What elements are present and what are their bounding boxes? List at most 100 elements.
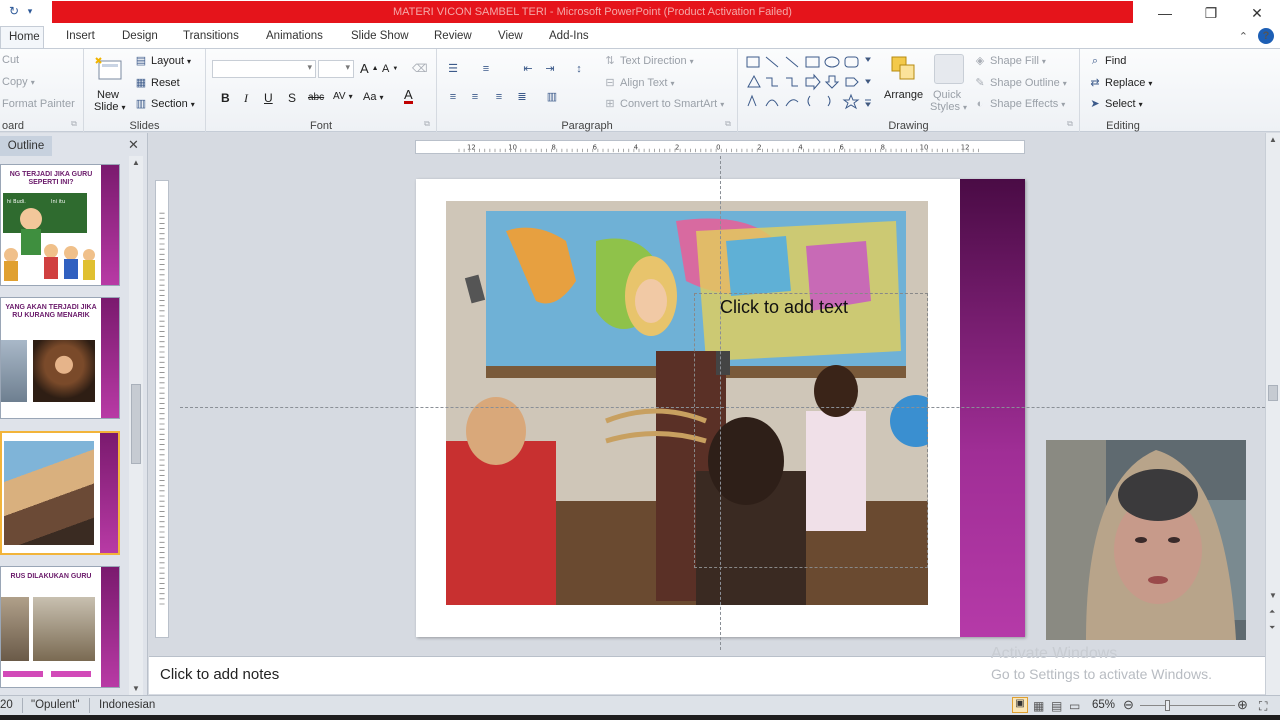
tab-design[interactable]: Design <box>120 26 160 48</box>
zoom-in-icon[interactable]: ⊕ <box>1237 697 1248 713</box>
theme-name[interactable]: "Opulent" <box>31 699 79 711</box>
align-text-button[interactable]: ⊟ Align Text ▾ <box>603 76 674 90</box>
previous-slide-icon[interactable]: ⏶ <box>1269 607 1275 617</box>
select-button[interactable]: ➤ Select ▾ <box>1088 97 1142 111</box>
next-slide-icon[interactable]: ⏷ <box>1269 623 1275 633</box>
reading-view-icon[interactable]: ▤ <box>1051 699 1062 713</box>
close-button[interactable]: ✕ <box>1234 0 1280 26</box>
notes-placeholder[interactable]: Click to add notes <box>160 666 279 683</box>
slides-panel-scrollbar[interactable]: ▲ ▼ <box>129 156 143 695</box>
fit-slide-icon[interactable]: ⛶ <box>1259 699 1267 714</box>
tab-slide-show[interactable]: Slide Show <box>349 26 411 48</box>
justify-icon[interactable]: ≣ <box>515 90 529 104</box>
shadow-button[interactable]: S <box>288 91 296 105</box>
content-placeholder[interactable] <box>694 293 928 568</box>
columns-icon[interactable]: ▥ <box>545 90 559 104</box>
text-direction-button[interactable]: ⇅ Text Direction ▾ <box>603 54 693 68</box>
vertical-ruler[interactable] <box>155 180 169 638</box>
numbering-icon[interactable]: ≡ <box>479 62 493 76</box>
tab-view[interactable]: View <box>496 26 525 48</box>
new-slide-icon[interactable] <box>93 55 125 87</box>
align-center-icon[interactable]: ≡ <box>468 90 482 104</box>
copy-button[interactable]: Copy ▾ <box>2 76 35 88</box>
align-right-icon[interactable]: ≡ <box>492 90 506 104</box>
bullets-icon[interactable]: ☰ <box>446 62 460 76</box>
horizontal-ruler[interactable]: 12 10 8 6 4 2 0 2 4 6 8 10 12 <box>415 140 1025 154</box>
canvas-scroll-thumb[interactable] <box>1268 385 1278 401</box>
tab-transitions[interactable]: Transitions <box>181 26 241 48</box>
find-button[interactable]: ⌕ Find <box>1088 54 1127 68</box>
paragraph-dialog-launcher-icon[interactable]: ⧉ <box>721 117 735 131</box>
layout-button[interactable]: ▤ Layout ▾ <box>134 54 191 68</box>
zoom-slider-track[interactable] <box>1140 705 1235 706</box>
section-button[interactable]: ▥ Section ▾ <box>134 97 195 111</box>
slide-thumbnail-2[interactable]: YANG AKAN TERJADI JIKA RU KURANG MENARIK <box>0 297 120 419</box>
vertical-guide[interactable] <box>720 156 721 650</box>
slides-panel-scroll-thumb[interactable] <box>131 384 141 464</box>
line-spacing-icon[interactable]: ↕ <box>572 62 586 76</box>
content-placeholder-text[interactable]: Click to add text <box>720 297 848 318</box>
slide-thumbnail-3[interactable] <box>0 431 120 555</box>
character-spacing-button[interactable]: AV ▾ <box>333 91 353 102</box>
drawing-dialog-launcher-icon[interactable]: ⧉ <box>1063 117 1077 131</box>
underline-button[interactable]: U <box>264 91 273 105</box>
format-painter-button[interactable]: Format Painter <box>2 98 75 110</box>
quick-styles-label2[interactable]: Styles ▾ <box>930 101 967 113</box>
arrange-label[interactable]: Arrange <box>884 89 923 101</box>
reset-button[interactable]: ▦ Reset <box>134 76 180 90</box>
tab-add-ins[interactable]: Add-Ins <box>547 26 591 48</box>
replace-button[interactable]: ⇄ Replace ▾ <box>1088 76 1152 90</box>
bold-button[interactable]: B <box>221 91 230 105</box>
scroll-down-icon[interactable]: ▼ <box>1269 591 1277 600</box>
tab-animations[interactable]: Animations <box>264 26 325 48</box>
zoom-level[interactable]: 65% <box>1092 699 1115 711</box>
close-panel-icon[interactable]: ✕ <box>128 137 139 153</box>
scroll-up-icon[interactable]: ▲ <box>132 158 140 167</box>
change-case-button[interactable]: Aa ▾ <box>363 91 383 103</box>
minimize-button[interactable]: — <box>1142 0 1188 26</box>
convert-smartart-button[interactable]: ⊞ Convert to SmartArt ▾ <box>603 97 724 111</box>
scroll-down-icon[interactable]: ▼ <box>132 684 140 693</box>
font-name-combo[interactable] <box>212 60 316 78</box>
tab-outline[interactable]: Outline <box>0 136 52 156</box>
font-dialog-launcher-icon[interactable]: ⧉ <box>420 117 434 131</box>
slide-thumbnail-4[interactable]: RUS DILAKUKAN GURU <box>0 566 120 688</box>
tab-home[interactable]: Home <box>0 26 44 48</box>
redo-icon[interactable]: ↻ <box>6 3 22 19</box>
slide-thumbnail-1[interactable]: NG TERJADI JIKA GURU SEPERTI INI? hi Bud… <box>0 164 120 286</box>
quick-styles-label[interactable]: Quick <box>933 89 961 101</box>
customize-qat-icon[interactable]: ▾ <box>26 3 34 19</box>
shrink-font-button[interactable]: A ▼ <box>382 63 398 75</box>
font-color-button[interactable]: A <box>404 88 413 104</box>
new-slide-label2[interactable]: Slide ▾ <box>94 101 125 113</box>
arrange-icon[interactable] <box>888 53 920 85</box>
align-left-icon[interactable]: ≡ <box>446 90 460 104</box>
canvas-scrollbar[interactable]: ▲ ▼ ⏶ ⏷ <box>1265 133 1280 695</box>
restore-button[interactable]: ❐ <box>1188 0 1234 26</box>
clear-formatting-icon[interactable]: ⌫ <box>412 62 428 76</box>
minimize-ribbon-icon[interactable]: ⌃ <box>1239 30 1248 43</box>
language[interactable]: Indonesian <box>99 699 155 711</box>
strikethrough-button[interactable]: abc <box>308 92 324 103</box>
zoom-out-icon[interactable]: ⊖ <box>1123 697 1134 713</box>
zoom-slider-handle[interactable] <box>1165 700 1170 711</box>
shape-effects-button[interactable]: ◐ Shape Effects ▾ <box>973 97 1066 111</box>
horizontal-guide[interactable] <box>180 407 1265 408</box>
quick-styles-icon[interactable] <box>934 54 964 84</box>
new-slide-label[interactable]: New <box>97 89 119 101</box>
font-size-combo[interactable] <box>318 60 354 78</box>
decrease-indent-icon[interactable]: ⇤ <box>521 62 535 76</box>
dialog-launcher-icon[interactable]: ⧉ <box>67 117 81 131</box>
shape-outline-button[interactable]: ✎ Shape Outline ▾ <box>973 76 1066 90</box>
cut-button[interactable]: Cut <box>2 54 19 66</box>
normal-view-icon[interactable]: ▣ <box>1012 697 1028 713</box>
italic-button[interactable]: I <box>244 91 248 106</box>
help-icon[interactable]: ? <box>1258 28 1274 44</box>
shapes-gallery[interactable] <box>744 54 874 112</box>
slide-show-icon[interactable]: ▭ <box>1069 699 1080 713</box>
grow-font-button[interactable]: A ▲ <box>360 61 379 76</box>
shape-fill-button[interactable]: ◈ Shape Fill ▾ <box>973 54 1046 68</box>
increase-indent-icon[interactable]: ⇥ <box>543 62 557 76</box>
slide-sorter-icon[interactable]: ▦ <box>1033 699 1044 713</box>
scroll-up-icon[interactable]: ▲ <box>1269 135 1277 144</box>
